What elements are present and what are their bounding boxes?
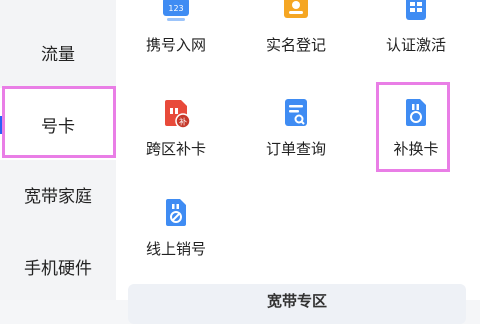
tile-label: 实名登记 [265, 36, 326, 54]
tile-cross-region-reissue[interactable]: 补 跨区补卡 [126, 96, 226, 184]
order-search-icon [281, 96, 311, 130]
sidebar-item-traffic[interactable]: 流量 [0, 16, 116, 88]
tile-label: 认证激活 [385, 36, 446, 54]
id-card-icon [281, 0, 311, 26]
svg-text:123: 123 [168, 4, 183, 13]
activation-icon [401, 0, 431, 26]
sidebar-item-broadband-home[interactable]: 宽带家庭 [0, 158, 116, 230]
tile-order-search[interactable]: 订单查询 [246, 96, 346, 184]
service-grid: 123 携号入网 实名登记 认证激活 补 跨区补卡 订单查询 补换卡 线上销号 [116, 0, 480, 300]
tile-label: 跨区补卡 [145, 140, 206, 158]
tile-sim-replace[interactable]: 补换卡 [366, 96, 466, 184]
sidebar-item-sim-card[interactable]: 号卡 [0, 88, 116, 160]
sim-card-replace-icon [401, 96, 431, 130]
tile-label: 补换卡 [393, 140, 439, 158]
sidebar-item-phone-hardware[interactable]: 手机硬件 [0, 230, 116, 302]
sim-card-reissue-icon: 补 [161, 96, 191, 130]
sidebar-item-label: 宽带家庭 [24, 186, 92, 207]
sim-cancel-icon [161, 196, 191, 230]
tile-realname-register[interactable]: 实名登记 [246, 0, 346, 80]
sidebar-item-label: 流量 [41, 44, 75, 65]
tile-activation[interactable]: 认证激活 [366, 0, 466, 80]
broadband-section-card: 宽带专区 [128, 284, 466, 324]
tile-label: 携号入网 [145, 36, 206, 54]
tile-online-cancel[interactable]: 线上销号 [126, 196, 226, 284]
sidebar-item-label: 号卡 [41, 116, 75, 137]
tile-label: 订单查询 [265, 140, 326, 158]
sidebar-item-label: 手机硬件 [24, 258, 92, 279]
category-sidebar: 流量 号卡 宽带家庭 手机硬件 [0, 0, 116, 300]
svg-text:补: 补 [179, 117, 187, 127]
tile-number-transfer[interactable]: 123 携号入网 [126, 0, 226, 80]
tile-label: 线上销号 [145, 240, 206, 258]
section-title: 宽带专区 [266, 292, 327, 310]
number-transfer-icon: 123 [161, 0, 191, 26]
